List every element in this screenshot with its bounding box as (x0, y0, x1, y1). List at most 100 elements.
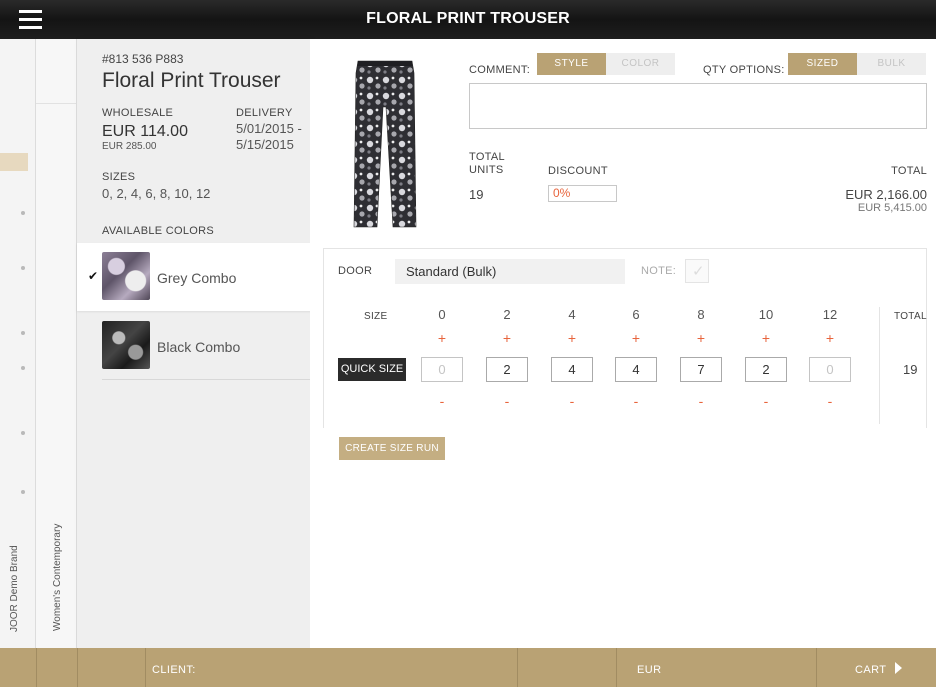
top-header: FLORAL PRINT TROUSER (0, 0, 936, 39)
column-divider (879, 307, 880, 424)
door-label: DOOR (338, 265, 373, 277)
order-total-label: TOTAL (891, 165, 927, 177)
collection-rail[interactable]: JOOR Demo Brand (0, 39, 36, 648)
rail-dot (21, 266, 25, 270)
size-qty-input[interactable]: 0 (421, 357, 463, 382)
qty-sized-toggle[interactable]: SIZED (788, 53, 857, 75)
delivery-dates: 5/01/2015 - 5/15/2015 (236, 121, 302, 152)
rail-dot (21, 490, 25, 494)
size-qty-input[interactable]: 7 (680, 357, 722, 382)
discount-label: DISCOUNT (548, 165, 608, 177)
rail-dot (21, 366, 25, 370)
color-swatch (102, 321, 150, 369)
footer-divider (145, 648, 146, 687)
footer-divider (36, 648, 37, 687)
product-name: Floral Print Trouser (102, 69, 281, 92)
category-label: Women's Contemporary (52, 523, 63, 631)
footer-divider (77, 648, 78, 687)
delivery-label: DELIVERY (236, 107, 293, 119)
row-divider (102, 379, 310, 380)
order-total-value: EUR 2,166.00 (845, 187, 927, 202)
rail-dot (21, 211, 25, 215)
increment-button[interactable]: + (809, 330, 851, 346)
size-label: 4 (568, 307, 576, 322)
quick-size-button[interactable]: QUICK SIZE (338, 358, 406, 381)
size-column: 8 + 7 - (680, 301, 722, 421)
rail-dot (21, 331, 25, 335)
sizes-value: 0, 2, 4, 6, 8, 10, 12 (102, 186, 211, 201)
cart-button[interactable]: CART (855, 664, 886, 676)
order-panel: COMMENT: STYLE COLOR QTY OPTIONS: SIZED … (310, 39, 936, 648)
size-label: 6 (632, 307, 640, 322)
size-qty-input[interactable]: 2 (745, 357, 787, 382)
rail-badge (0, 153, 28, 171)
comment-textarea[interactable] (469, 83, 927, 129)
footer-divider (616, 648, 617, 687)
comment-style-toggle[interactable]: STYLE (537, 53, 606, 75)
decrement-button[interactable]: - (745, 393, 787, 409)
rail-divider (36, 103, 76, 104)
qty-bulk-toggle[interactable]: BULK (857, 53, 926, 75)
note-checkbox[interactable]: ✓ (685, 259, 709, 283)
size-label: 12 (822, 307, 838, 322)
increment-button[interactable]: + (680, 330, 722, 346)
decrement-button[interactable]: - (551, 393, 593, 409)
decrement-button[interactable]: - (421, 393, 463, 409)
size-column: 4 + 4 - (551, 301, 593, 421)
create-size-run-button[interactable]: CREATE SIZE RUN (339, 437, 445, 460)
product-sku: #813 536 P883 (102, 52, 184, 66)
size-header: SIZE (364, 311, 388, 322)
currency-selector[interactable]: EUR (637, 664, 661, 676)
checkmark-icon: ✔ (88, 269, 99, 283)
color-option-grey-combo[interactable]: ✔ Grey Combo (77, 243, 317, 311)
size-total-header: TOTAL (894, 311, 927, 322)
size-label: 10 (758, 307, 774, 322)
decrement-button[interactable]: - (486, 393, 528, 409)
category-rail[interactable]: Women's Contemporary (36, 39, 77, 648)
door-select[interactable]: Standard (Bulk) (395, 259, 625, 284)
size-column: 6 + 4 - (615, 301, 657, 421)
size-qty-input[interactable]: 4 (551, 357, 593, 382)
increment-button[interactable]: + (551, 330, 593, 346)
size-qty-input[interactable]: 0 (809, 357, 851, 382)
increment-button[interactable]: + (486, 330, 528, 346)
size-label: 2 (503, 307, 511, 322)
qty-options-label: QTY OPTIONS: (703, 64, 785, 76)
increment-button[interactable]: + (745, 330, 787, 346)
total-units-label: TOTAL UNITS (469, 151, 505, 176)
size-qty-input[interactable]: 4 (615, 357, 657, 382)
size-total-value: 19 (903, 362, 918, 377)
increment-button[interactable]: + (421, 330, 463, 346)
order-total-retail: EUR 5,415.00 (857, 202, 927, 214)
footer-divider (816, 648, 817, 687)
chevron-right-icon[interactable] (895, 662, 902, 674)
decrement-button[interactable]: - (615, 393, 657, 409)
color-name: Grey Combo (157, 270, 237, 286)
discount-input[interactable]: 0% (548, 185, 617, 202)
comment-color-toggle[interactable]: COLOR (606, 53, 675, 75)
total-units-value: 19 (469, 187, 484, 202)
client-selector[interactable]: CLIENT: (152, 664, 196, 676)
size-column: 0 + 0 - (421, 301, 463, 421)
size-column: 12 + 0 - (809, 301, 851, 421)
comment-label: COMMENT: (469, 64, 531, 76)
product-image (353, 60, 417, 228)
size-column: 2 + 2 - (486, 301, 528, 421)
decrement-button[interactable]: - (680, 393, 722, 409)
page-title: FLORAL PRINT TROUSER (366, 10, 570, 27)
product-info-panel: #813 536 P883 Floral Print Trouser WHOLE… (77, 39, 317, 648)
decrement-button[interactable]: - (809, 393, 851, 409)
size-qty-input[interactable]: 2 (486, 357, 528, 382)
size-label: 0 (438, 307, 446, 322)
rail-dot (21, 431, 25, 435)
size-column: 10 + 2 - (745, 301, 787, 421)
increment-button[interactable]: + (615, 330, 657, 346)
color-option-black-combo[interactable]: Black Combo (77, 312, 310, 380)
note-label: NOTE: (641, 265, 677, 277)
footer-bar: CLIENT: EUR CART (0, 648, 936, 687)
available-colors-label: AVAILABLE COLORS (102, 225, 214, 237)
wholesale-price: EUR 114.00 (102, 123, 188, 140)
color-name: Black Combo (157, 339, 241, 355)
check-icon: ✓ (692, 263, 705, 280)
wholesale-label: WHOLESALE (102, 107, 174, 119)
